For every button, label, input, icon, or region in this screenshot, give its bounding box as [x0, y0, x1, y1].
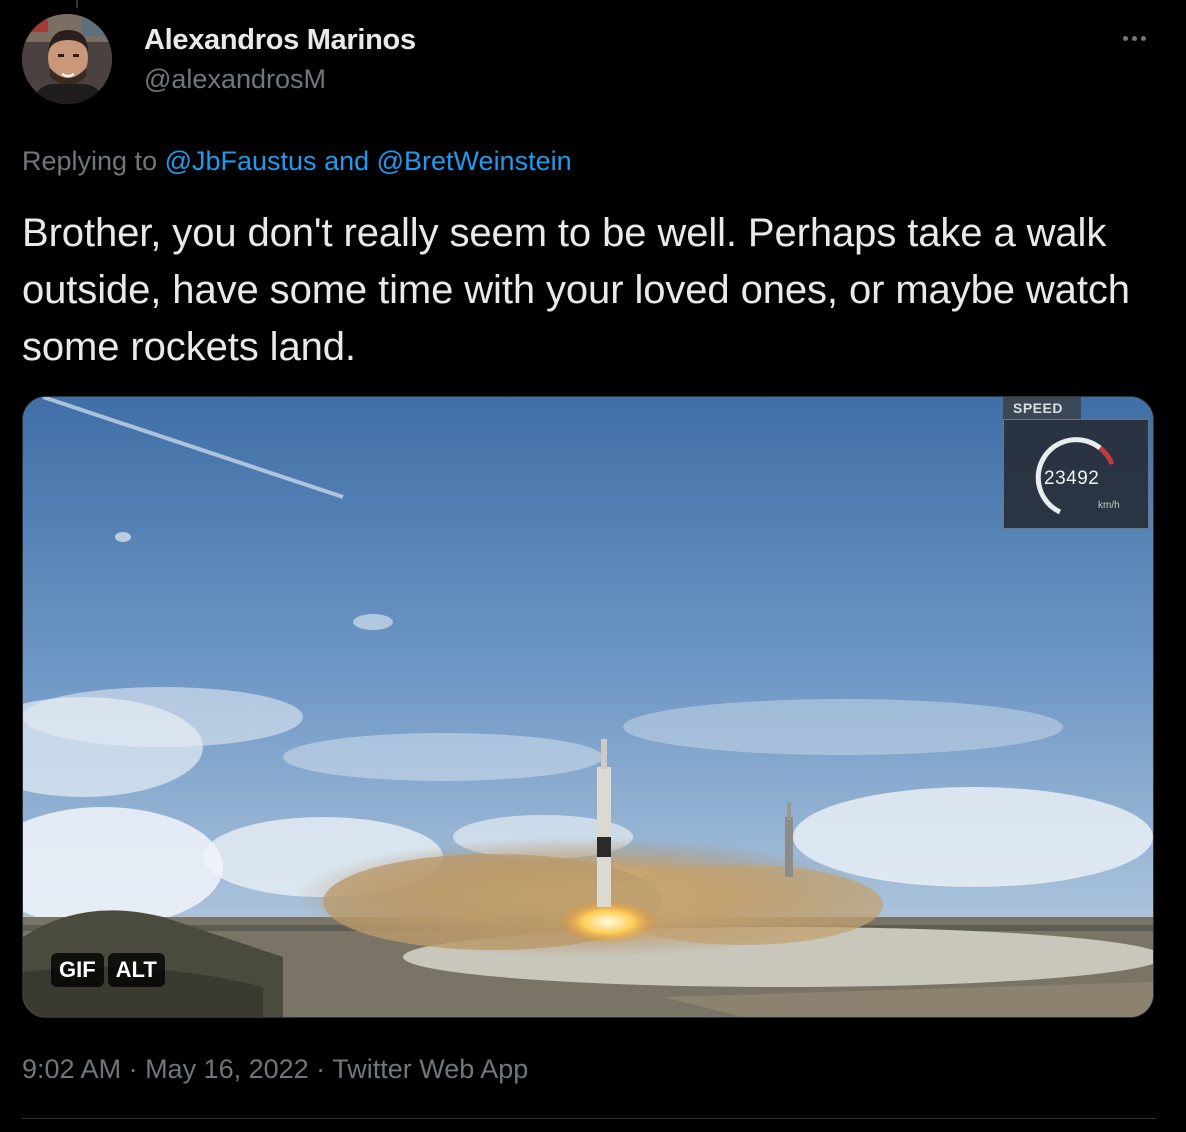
gif-badge[interactable]: GIF — [51, 953, 104, 987]
avatar[interactable] — [22, 14, 112, 104]
tweet-meta: 9:02 AM · May 16, 2022 · Twitter Web App — [22, 1052, 528, 1086]
alt-badge[interactable]: ALT — [107, 953, 165, 987]
meta-separator: · — [121, 1054, 146, 1084]
tweet-text: Brother, you don't really seem to be wel… — [22, 211, 1130, 369]
tweet-time[interactable]: 9:02 AM — [22, 1054, 121, 1084]
media-badges: GIF ALT — [51, 953, 165, 987]
speed-label: SPEED — [1003, 397, 1081, 419]
meta-separator: · — [308, 1054, 333, 1084]
speed-value: 23492 — [1044, 468, 1100, 489]
speed-overlay: SPEED 23492 km/h — [1003, 397, 1149, 529]
speed-panel: 23492 km/h — [1003, 419, 1149, 529]
more-horizontal-icon — [1121, 35, 1148, 41]
replying-to-label: Replying to — [22, 146, 165, 176]
tweet-date[interactable]: May 16, 2022 — [145, 1054, 309, 1084]
more-options-button[interactable] — [1112, 22, 1156, 54]
media-gif[interactable]: SPEED 23492 km/h GIF ALT — [22, 396, 1154, 1018]
tweet-source[interactable]: Twitter Web App — [332, 1054, 528, 1084]
author-block: Alexandros Marinos @alexandrosM — [144, 22, 416, 96]
mention-link-jbfaustus[interactable]: @JbFaustus — [165, 146, 317, 176]
divider — [22, 1118, 1156, 1119]
replying-to-connector: and — [316, 146, 377, 176]
rocket-landing-image — [23, 397, 1153, 1017]
author-handle[interactable]: @alexandrosM — [144, 62, 416, 96]
replying-to-line: Replying to @JbFaustus and @BretWeinstei… — [22, 144, 572, 178]
author-display-name[interactable]: Alexandros Marinos — [144, 22, 416, 58]
mention-link-bretweinstein[interactable]: @BretWeinstein — [377, 146, 572, 176]
tweet: Alexandros Marinos @alexandrosM Replying… — [0, 0, 1186, 1132]
avatar-image — [22, 14, 112, 104]
speed-unit: km/h — [1098, 500, 1120, 511]
thread-connector-line — [76, 0, 78, 8]
